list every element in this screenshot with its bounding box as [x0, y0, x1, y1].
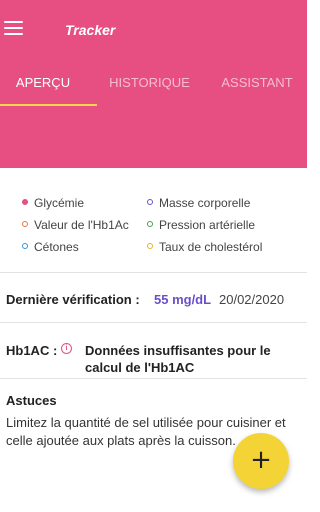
legend-dot-icon — [22, 199, 28, 205]
last-check-label: Dernière vérification : — [6, 292, 140, 307]
legend-label: Pression artérielle — [159, 218, 256, 232]
divider — [0, 272, 307, 273]
divider — [0, 322, 307, 323]
legend-label: Masse corporelle — [159, 196, 251, 210]
legend-dot-icon — [147, 243, 153, 249]
legend-dot-icon — [147, 199, 153, 205]
add-entry-button[interactable]: + — [233, 433, 289, 489]
tab-apercu[interactable]: APERÇU — [0, 74, 86, 92]
info-circle-icon[interactable]: i — [61, 343, 72, 354]
app-screen: Tracker APERÇU HISTORIQUE ASSISTANT Glyc… — [0, 0, 307, 512]
legend-label: Taux de cholestérol — [159, 240, 263, 254]
legend-dot-icon — [22, 221, 28, 227]
metrics-legend: Glycémie Masse corporelle Valeur de l'Hb… — [0, 168, 307, 272]
legend-dot-icon — [147, 221, 153, 227]
legend-label: Valeur de l'Hb1Ac — [34, 218, 129, 232]
legend-label: Glycémie — [34, 196, 85, 210]
tips-title: Astuces — [6, 393, 57, 408]
legend-label: Cétones — [34, 240, 79, 254]
tab-historique[interactable]: HISTORIQUE — [102, 74, 197, 92]
last-check-date: 20/02/2020 — [219, 292, 285, 307]
tab-assistant[interactable]: ASSISTANT — [212, 74, 302, 92]
legend-dot-icon — [22, 243, 28, 249]
hb1ac-label: Hb1AC : — [6, 343, 58, 358]
app-title: Tracker — [65, 22, 116, 38]
hb1ac-message: Données insuffisantes pour le calcul de … — [85, 343, 271, 375]
app-header: Tracker APERÇU HISTORIQUE ASSISTANT — [0, 0, 307, 168]
plus-icon: + — [250, 445, 272, 475]
last-check-value: 55 mg/dL — [154, 292, 212, 307]
divider — [0, 378, 307, 379]
active-tab-indicator — [0, 104, 97, 106]
hamburger-menu-icon[interactable] — [4, 19, 24, 37]
